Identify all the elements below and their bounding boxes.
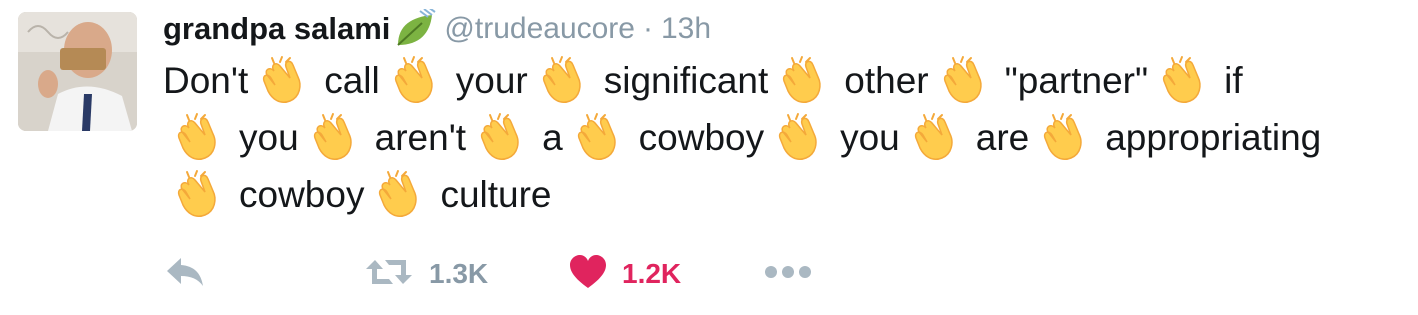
tweet-text-line: you aren't a cowboy you are appropriating	[163, 109, 1403, 166]
tweet-timestamp[interactable]: 13h	[661, 12, 711, 46]
clap-emoji-icon	[392, 55, 444, 107]
more-button[interactable]	[763, 252, 813, 296]
tweet-word: you	[840, 117, 900, 158]
clap-emoji-icon	[260, 55, 312, 107]
tweet-word: call	[324, 60, 380, 101]
avatar[interactable]	[18, 12, 137, 131]
clap-emoji-icon	[175, 169, 227, 221]
tweet-word: a	[542, 117, 563, 158]
clap-emoji-icon	[1160, 55, 1212, 107]
clap-emoji-icon	[575, 112, 627, 164]
separator: ·	[642, 12, 653, 45]
heart-icon	[568, 254, 608, 295]
leaf-icon	[392, 6, 437, 49]
tweet-text: Don't call your significant other "partner" if…	[163, 52, 1403, 223]
retweet-button[interactable]: 1.3K	[363, 252, 488, 296]
like-count: 1.2K	[622, 258, 682, 289]
tweet-word: other	[844, 60, 929, 101]
tweet-header: grandpa salami @trudeaucore · 13h	[163, 6, 711, 50]
clap-emoji-icon	[912, 112, 964, 164]
reply-icon	[163, 254, 207, 295]
tweet: grandpa salami @trudeaucore · 13h Don't c…	[0, 0, 1418, 315]
like-button[interactable]: 1.2K	[568, 252, 681, 296]
reply-button[interactable]	[163, 252, 207, 296]
clap-emoji-icon	[478, 112, 530, 164]
clap-emoji-icon	[311, 112, 363, 164]
clap-emoji-icon	[376, 169, 428, 221]
tweet-text-line: Don't call your significant other "partner" if	[163, 52, 1403, 109]
tweet-text-line: cowboy culture	[163, 166, 1403, 223]
tweet-word: your	[455, 60, 528, 101]
tweet-word: appropriating	[1105, 117, 1322, 158]
retweet-count: 1.3K	[429, 258, 489, 289]
tweet-word: aren't	[374, 117, 467, 158]
tweet-actions: 1.3K 1.2K	[163, 252, 863, 296]
tweet-word: cowboy	[638, 117, 765, 158]
tweet-word: you	[239, 117, 299, 158]
tweet-word: are	[975, 117, 1030, 158]
clap-emoji-icon	[776, 112, 828, 164]
display-name[interactable]: grandpa salami	[163, 11, 390, 47]
tweet-word: culture	[440, 174, 552, 215]
clap-emoji-icon	[941, 55, 993, 107]
tweet-word: "partner"	[1004, 60, 1149, 101]
clap-emoji-icon	[540, 55, 592, 107]
clap-emoji-icon	[1041, 112, 1093, 164]
tweet-word: significant	[603, 60, 769, 101]
tweet-word: if	[1224, 60, 1243, 101]
clap-emoji-icon	[175, 112, 227, 164]
user-handle[interactable]: @trudeaucore	[444, 12, 635, 46]
tweet-word: cowboy	[239, 174, 365, 215]
more-icon	[763, 264, 813, 285]
clap-emoji-icon	[780, 55, 832, 107]
tweet-word: Don't	[163, 60, 249, 101]
retweet-icon	[363, 254, 415, 295]
